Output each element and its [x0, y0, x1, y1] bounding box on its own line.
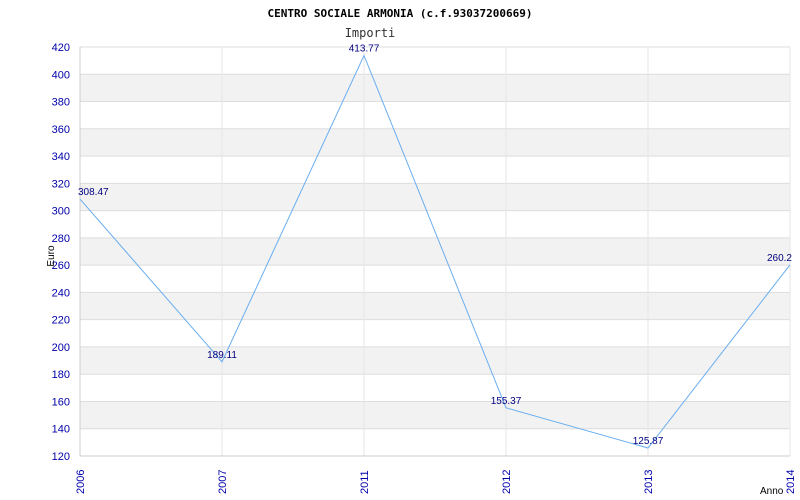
- background-bands: [80, 47, 790, 456]
- y-tick-label: 420: [52, 42, 70, 54]
- chart-title: CENTRO SOCIALE ARMONIA (c.f.93037200669): [268, 7, 533, 20]
- grid-band: [80, 428, 790, 456]
- data-label: 260.2: [767, 253, 792, 264]
- grid-band: [80, 265, 790, 293]
- grid-band: [80, 346, 790, 375]
- x-axis-label: Anno: [760, 486, 784, 497]
- y-tick-label: 200: [52, 342, 70, 354]
- y-axis-label: Euro: [46, 245, 57, 267]
- grid-band: [80, 319, 790, 347]
- x-tick-label: 2007: [217, 470, 229, 494]
- grid-band: [80, 374, 790, 402]
- y-tick-label: 160: [52, 396, 70, 408]
- x-tick-label: 2006: [75, 470, 87, 494]
- grid-band: [80, 237, 790, 266]
- data-label: 125.87: [633, 436, 664, 447]
- y-tick-label: 340: [52, 151, 70, 163]
- grid-band: [80, 183, 790, 211]
- y-tick-label: 320: [52, 178, 70, 190]
- grid-band: [80, 101, 790, 129]
- y-tick-label: 120: [52, 451, 70, 463]
- y-tick-label: 400: [52, 69, 70, 81]
- x-tick-label: 2011: [359, 470, 371, 494]
- y-tick-label: 240: [52, 287, 70, 299]
- y-tick-label: 140: [52, 424, 70, 436]
- grid-band: [80, 74, 790, 102]
- y-tick-label: 220: [52, 315, 70, 327]
- grid-band: [80, 210, 790, 238]
- grid-band: [80, 128, 790, 157]
- x-tick-label: 2013: [643, 470, 655, 494]
- data-label: 308.47: [78, 187, 109, 198]
- data-label: 155.37: [491, 396, 522, 407]
- data-label: 413.77: [349, 43, 380, 54]
- chart: 1201401601802002202402602803003203403603…: [46, 7, 797, 497]
- y-tick-label: 180: [52, 369, 70, 381]
- y-tick-label: 360: [52, 124, 70, 136]
- x-axis-ticks: 2006 2007 2011 2012 2013 2014: [75, 470, 797, 494]
- chart-subtitle: Importi: [345, 26, 396, 40]
- grid-band: [80, 292, 790, 320]
- x-tick-label: 2014: [785, 470, 797, 494]
- y-tick-label: 380: [52, 97, 70, 109]
- grid-band: [80, 47, 790, 75]
- grid-band: [80, 156, 790, 184]
- y-tick-label: 300: [52, 206, 70, 218]
- x-tick-label: 2012: [501, 470, 513, 494]
- y-tick-label: 280: [52, 233, 70, 245]
- grid-band: [80, 401, 790, 429]
- data-label: 189.11: [207, 350, 237, 361]
